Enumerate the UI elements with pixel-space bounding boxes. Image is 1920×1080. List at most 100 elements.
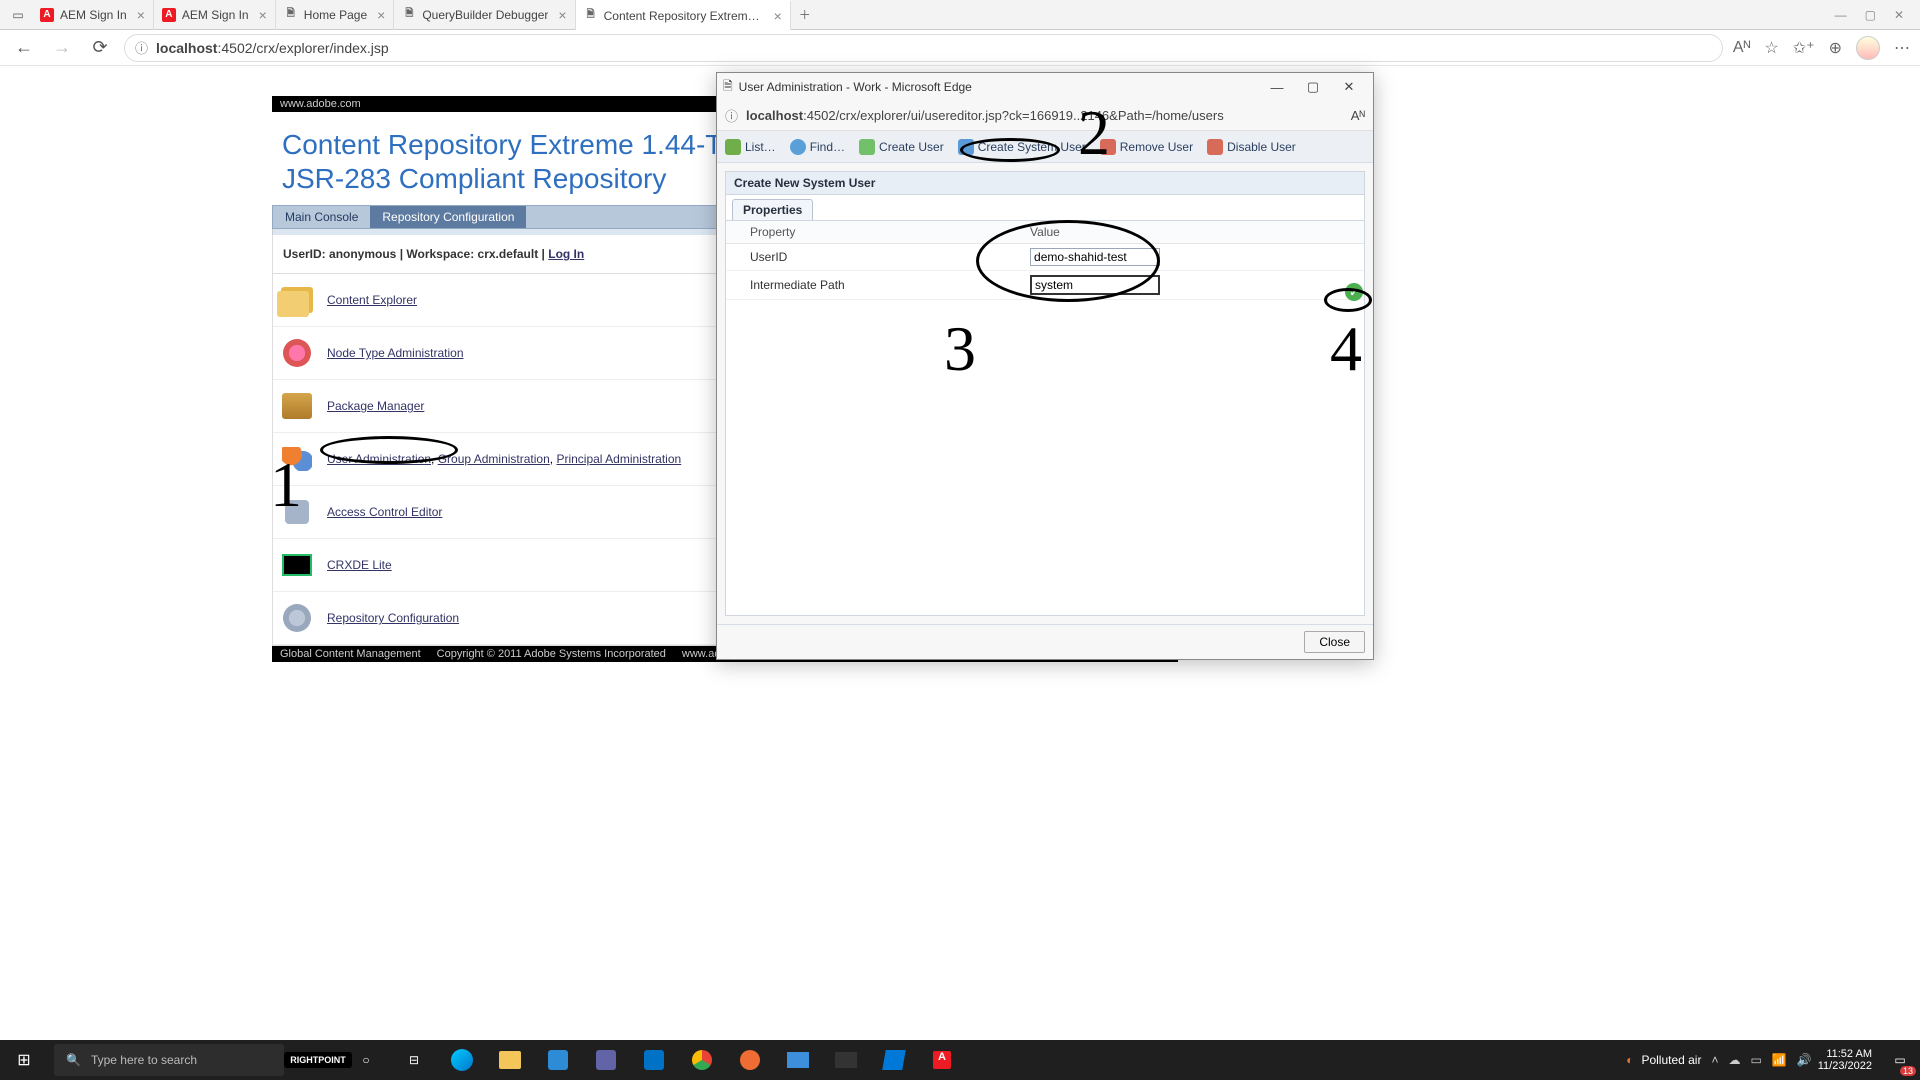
read-aloud-icon[interactable]: Aᴺ	[1733, 39, 1751, 57]
tab-aem-sign-in-1[interactable]: A AEM Sign In ×	[32, 0, 154, 30]
disable-user-button[interactable]: Disable User	[1207, 139, 1296, 155]
remove-user-button[interactable]: Remove User	[1100, 139, 1193, 155]
new-tab-button[interactable]: ＋	[791, 0, 819, 30]
popup-toolbar: List… Find… Create User Create System Us…	[717, 131, 1373, 163]
system-user-icon	[958, 139, 974, 155]
close-icon[interactable]: ×	[259, 7, 267, 23]
principal-admin-link[interactable]: Principal Administration	[556, 452, 681, 466]
taskbar-search[interactable]: 🔍 Type here to search	[54, 1044, 284, 1076]
more-icon[interactable]: ⋯	[1894, 38, 1910, 58]
forward-button[interactable]: →	[48, 37, 76, 58]
file-explorer-icon[interactable]	[490, 1040, 530, 1080]
rightpoint-app-icon[interactable]: RIGHTPOINT	[298, 1040, 338, 1080]
create-user-button[interactable]: Create User	[859, 139, 944, 155]
confirm-check-icon[interactable]: ✓	[1345, 283, 1363, 301]
tab-properties[interactable]: Properties	[732, 199, 813, 220]
content-explorer-link[interactable]: Content Explorer	[327, 293, 417, 307]
intermediate-path-input[interactable]	[1030, 275, 1160, 295]
node-type-link[interactable]: Node Type Administration	[327, 346, 464, 360]
weather-widget[interactable]: ◐ Polluted air	[1626, 1053, 1701, 1067]
th-property: Property	[726, 221, 1006, 244]
lock-icon	[281, 496, 313, 528]
repo-config-link[interactable]: Repository Configuration	[327, 611, 459, 625]
tab-repo-config[interactable]: Repository Configuration	[370, 206, 526, 228]
close-button[interactable]: Close	[1304, 631, 1365, 653]
close-icon[interactable]: ×	[558, 7, 566, 23]
popup-maximize-icon[interactable]: ▢	[1295, 79, 1331, 95]
aem-app-icon[interactable]: A	[922, 1040, 962, 1080]
group-admin-link[interactable]: Group Administration	[438, 452, 550, 466]
tab-actions-icon[interactable]: ▭	[4, 3, 32, 27]
tray-chevron-icon[interactable]: ˄	[1711, 1053, 1718, 1067]
package-manager-link[interactable]: Package Manager	[327, 399, 424, 413]
tab-aem-sign-in-2[interactable]: A AEM Sign In ×	[154, 0, 276, 30]
find-button[interactable]: Find…	[790, 139, 845, 155]
url-input[interactable]: ⓘ localhost:4502/crx/explorer/index.jsp	[124, 34, 1723, 62]
list-button[interactable]: List…	[725, 139, 776, 155]
outlook-icon[interactable]	[634, 1040, 674, 1080]
monitor-icon	[281, 549, 313, 581]
back-button[interactable]: ←	[10, 37, 38, 58]
footer-left: Global Content Management	[280, 648, 421, 660]
address-bar: ← → ⟳ ⓘ localhost:4502/crx/explorer/inde…	[0, 30, 1920, 66]
minimize-icon[interactable]: —	[1835, 8, 1847, 22]
profile-avatar-icon[interactable]	[1856, 36, 1880, 60]
refresh-button[interactable]: ⟳	[86, 37, 114, 58]
popup-footer: Close	[717, 624, 1373, 659]
maximize-icon[interactable]: ▢	[1865, 8, 1876, 22]
taskbar-clock[interactable]: 11:52 AM 11/23/2022	[1818, 1048, 1872, 1072]
close-icon[interactable]: ×	[774, 8, 782, 24]
chrome-icon[interactable]	[682, 1040, 722, 1080]
user-admin-link[interactable]: User Administration	[327, 452, 431, 466]
userid-input[interactable]	[1030, 248, 1160, 266]
task-view-icon[interactable]: ⊟	[394, 1040, 434, 1080]
list-icon	[725, 139, 741, 155]
teams-icon[interactable]	[586, 1040, 626, 1080]
cortana-icon[interactable]: ○	[346, 1040, 386, 1080]
page-icon: 🗎	[402, 8, 416, 22]
close-window-icon[interactable]: ✕	[1894, 8, 1904, 22]
page-icon: 🗎	[723, 77, 733, 98]
tab-home-page[interactable]: 🗎 Home Page ×	[276, 0, 395, 30]
crx-user-text: UserID: anonymous | Workspace: crx.defau…	[283, 247, 548, 261]
popup-address-bar[interactable]: ⓘ localhost:4502/crx/explorer/ui/useredi…	[717, 101, 1373, 131]
crx-title-line1: Content Repository Extreme 1.44-T	[282, 129, 722, 160]
mail-icon[interactable]	[778, 1040, 818, 1080]
sound-icon[interactable]: 🔊	[1797, 1053, 1812, 1067]
favorites-star-icon[interactable]: ☆	[1764, 38, 1778, 58]
search-icon: 🔍	[66, 1053, 81, 1067]
postman-icon[interactable]	[730, 1040, 770, 1080]
popup-minimize-icon[interactable]: —	[1259, 80, 1295, 95]
login-link[interactable]: Log In	[548, 247, 584, 261]
tab-crx-active[interactable]: 🗎 Content Repository Extreme 1.44 ×	[576, 0, 791, 30]
close-icon[interactable]: ×	[137, 7, 145, 23]
create-system-user-button[interactable]: Create System User	[958, 139, 1086, 155]
terminal-icon[interactable]	[826, 1040, 866, 1080]
user-add-icon	[859, 139, 875, 155]
label-intermediate-path: Intermediate Path	[726, 271, 1006, 300]
access-control-link[interactable]: Access Control Editor	[327, 505, 442, 519]
collections-icon[interactable]: ⊕	[1829, 38, 1842, 58]
start-button[interactable]: ⊞	[0, 1040, 48, 1080]
battery-icon[interactable]: ▭	[1751, 1053, 1762, 1067]
popup-titlebar[interactable]: 🗎 User Administration - Work - Microsoft…	[717, 73, 1373, 101]
browser-tab-strip: ▭ A AEM Sign In × A AEM Sign In × 🗎 Home…	[0, 0, 1920, 30]
star-plus-icon[interactable]: ✩⁺	[1793, 38, 1815, 58]
close-icon[interactable]: ×	[377, 7, 385, 23]
site-info-icon[interactable]: ⓘ	[135, 38, 148, 57]
onedrive-icon[interactable]: ☁	[1729, 1053, 1741, 1067]
tab-querybuilder[interactable]: 🗎 QueryBuilder Debugger ×	[394, 0, 575, 30]
site-info-icon[interactable]: ⓘ	[725, 106, 738, 125]
label-userid: UserID	[726, 244, 1006, 271]
vscode-icon[interactable]	[874, 1040, 914, 1080]
tab-main-console[interactable]: Main Console	[273, 206, 370, 228]
wifi-icon[interactable]: 📶	[1772, 1053, 1787, 1067]
crxde-lite-link[interactable]: CRXDE Lite	[327, 558, 392, 572]
weather-icon: ◐	[1626, 1053, 1633, 1067]
popup-close-icon[interactable]: ✕	[1331, 79, 1367, 95]
edge-icon[interactable]	[442, 1040, 482, 1080]
notifications-icon[interactable]: ▭ 13	[1880, 1040, 1920, 1080]
create-system-user-panel: Create New System User Properties Proper…	[725, 171, 1365, 616]
read-aloud-icon[interactable]: Aᴺ	[1351, 108, 1365, 123]
store-icon[interactable]	[538, 1040, 578, 1080]
